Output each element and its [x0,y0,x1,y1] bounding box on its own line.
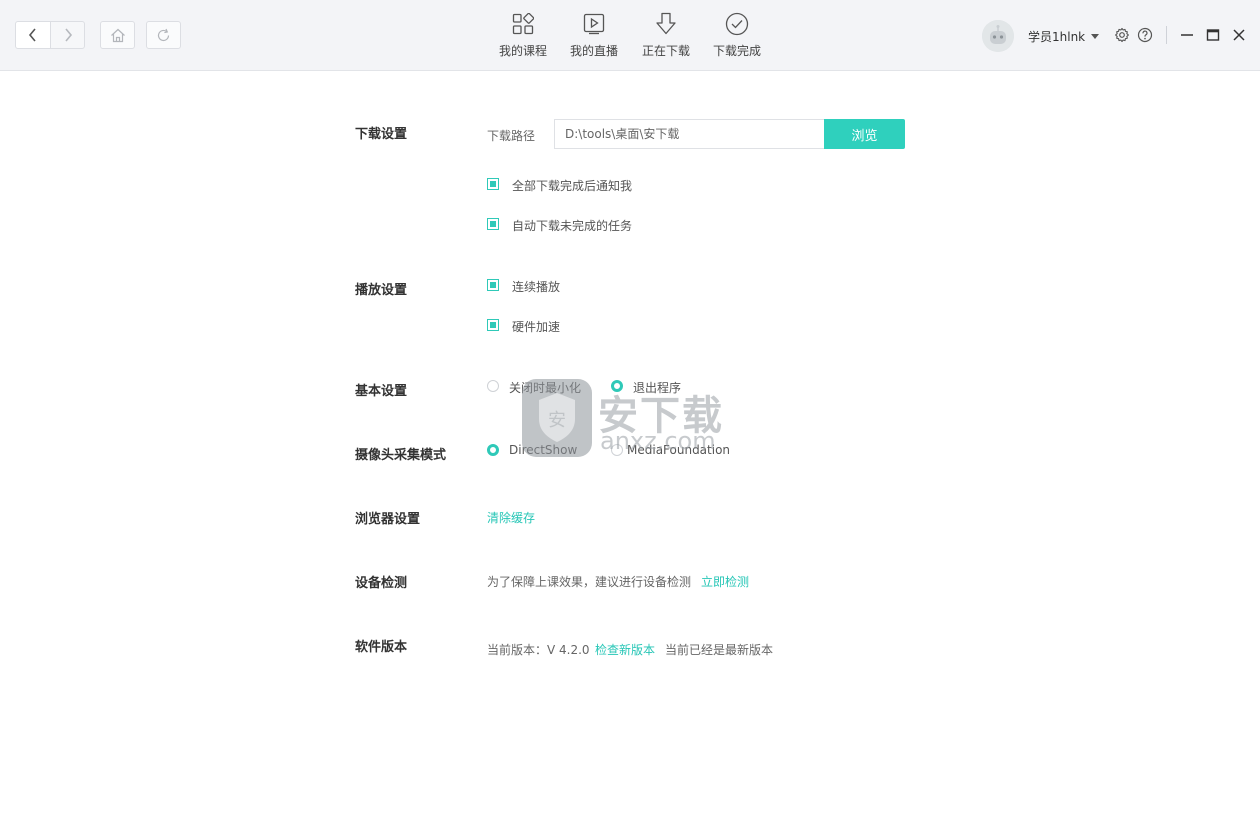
check-update-link[interactable]: 检查新版本 [595,641,655,658]
version-status: 当前已经是最新版本 [665,643,774,657]
checkbox-hardware-acceleration[interactable] [487,319,499,331]
section-basic-settings: 基本设置 [355,384,408,399]
robot-avatar-icon [982,20,1014,52]
svg-text:安: 安 [548,410,566,431]
grid-icon [512,13,534,35]
checkbox-continuous-play[interactable] [487,279,499,291]
section-download-settings: 下载设置 [355,127,408,142]
chevron-left-icon [28,28,36,42]
radio-exit-program[interactable] [611,380,623,392]
tab-label: 我的直播 [569,44,618,58]
browse-button[interactable]: 浏览 [824,119,905,149]
current-version: 当前版本：V 4.2.0 [487,643,590,657]
tab-downloading[interactable]: 正在下载 [634,10,698,62]
radio-label: 关闭时最小化 [509,381,582,395]
section-playback-settings: 播放设置 [355,283,408,298]
tab-label: 我的课程 [498,44,547,58]
refresh-icon [157,28,170,41]
checkbox-auto-download[interactable] [487,218,499,230]
username-label: 学员1hlnk [1028,30,1086,44]
radio-label: DirectShow [509,443,578,457]
section-browser-settings: 浏览器设置 [355,512,421,527]
help-icon[interactable] [1137,27,1153,43]
avatar[interactable] [982,20,1014,52]
section-device-check: 设备检测 [355,576,408,591]
home-button[interactable] [100,21,135,49]
radio-minimize-on-close[interactable] [487,380,499,392]
check-now-link[interactable]: 立即检测 [701,573,749,590]
title-bar: 我的课程 我的直播 正在下载 下载完成 学员1hlnk [0,0,1260,71]
radio-mediafoundation[interactable] [611,444,623,456]
download-arrow-icon [656,12,676,35]
live-play-icon [583,13,605,35]
clear-cache-link[interactable]: 清除缓存 [487,509,535,526]
checkbox-label: 硬件加速 [512,320,561,334]
section-software-version: 软件版本 [355,640,408,655]
back-button[interactable] [15,21,51,49]
checkbox-label: 自动下载未完成的任务 [512,219,633,233]
gear-icon[interactable] [1114,27,1130,43]
forward-button[interactable] [50,21,85,49]
download-path-label: 下载路径 [487,129,536,143]
device-check-hint: 为了保障上课效果，建议进行设备检测 [487,575,692,589]
checkbox-label: 连续播放 [512,280,561,294]
caret-down-icon [1091,34,1100,39]
close-icon[interactable] [1231,27,1247,43]
tab-download-completed[interactable]: 下载完成 [705,10,769,62]
tab-my-courses[interactable]: 我的课程 [491,10,555,62]
user-menu[interactable]: 学员1hlnk [1028,28,1100,45]
radio-label: 退出程序 [633,381,682,395]
radio-directshow[interactable] [487,444,499,456]
tab-my-live[interactable]: 我的直播 [562,10,626,62]
minimize-icon[interactable] [1179,27,1195,43]
checkbox-label: 全部下载完成后通知我 [512,179,633,193]
download-path-field[interactable]: D:\tools\桌面\安下载 [554,119,825,149]
tab-label: 正在下载 [641,44,690,58]
checkbox-notify-on-complete[interactable] [487,178,499,190]
divider [1166,26,1167,44]
tab-label: 下载完成 [712,44,761,58]
maximize-icon[interactable] [1205,27,1221,43]
refresh-button[interactable] [146,21,181,49]
check-circle-icon [725,12,749,36]
radio-label: MediaFoundation [627,443,731,457]
chevron-right-icon [64,28,72,42]
section-camera-mode: 摄像头采集模式 [355,448,447,463]
home-icon [110,28,125,42]
